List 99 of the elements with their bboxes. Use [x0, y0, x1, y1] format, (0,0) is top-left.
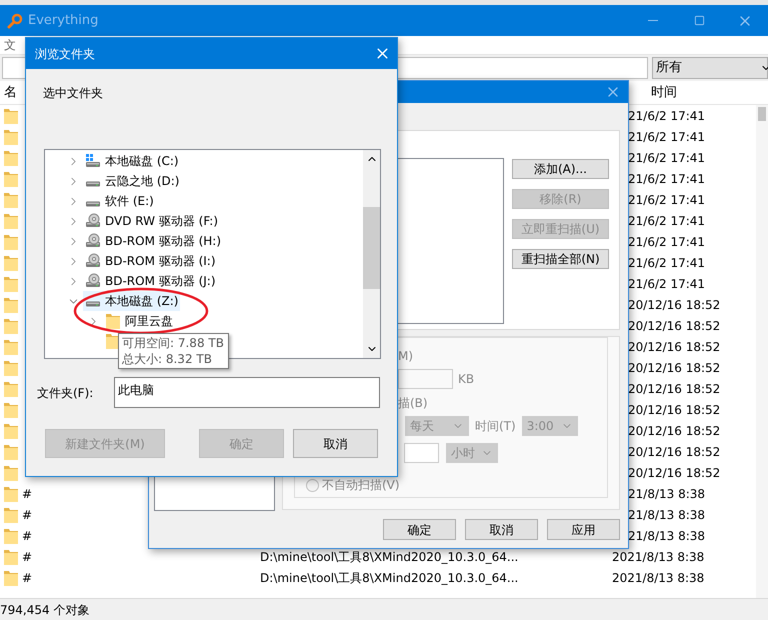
folder-icon: [3, 128, 19, 146]
modified-date: 20/12/16 18:52: [628, 424, 720, 438]
file-name: #: [22, 506, 32, 524]
disc-drive-icon: [85, 233, 101, 249]
modified-date: 21/6/2 17:41: [628, 256, 706, 270]
modified-date: 20/12/16 18:52: [628, 298, 720, 312]
folder-icon: [3, 106, 19, 124]
time-label: 时间(T): [475, 418, 516, 435]
size-label: M): [398, 348, 414, 364]
hard-drive-icon: [86, 301, 100, 307]
dialog-title: 浏览文件夹: [35, 46, 95, 62]
modified-date: 21/6/2 17:41: [628, 276, 706, 290]
side-button[interactable]: 重扫描全部(N): [512, 249, 609, 269]
folder-icon: [3, 316, 19, 334]
disc-drive-icon: [85, 253, 101, 269]
tree-item[interactable]: BD-ROM 驱动器 (H:): [83, 231, 223, 251]
folder-icon: [3, 422, 19, 440]
folder-icon: [3, 296, 19, 314]
modified-date: 20/12/16 18:52: [628, 382, 720, 396]
modified-date: 21/8/13 8:38: [628, 486, 706, 500]
file-name: #: [22, 528, 32, 544]
radio-label: 不自动扫描(V): [322, 477, 400, 494]
scrollbar[interactable]: [756, 105, 768, 598]
folder-icon: [3, 338, 19, 356]
folder-icon: [3, 526, 19, 544]
file-path: D:\mine\tool\工具8\XMind2020_10.3.0_64...: [260, 550, 518, 564]
file-path: D:\mine\tool\工具8\XMind2020_10.3.0_64...: [260, 570, 518, 584]
tree-item[interactable]: 软件 (E:): [83, 191, 156, 211]
tree-item[interactable]: 本地磁盘 (Z:): [83, 291, 180, 311]
tree-item[interactable]: BD-ROM 驱动器 (J:): [83, 271, 218, 291]
modified-date: 21/6/2 17:41: [628, 234, 706, 248]
scroll-thumb[interactable]: [363, 207, 380, 289]
column-header[interactable]: 时间: [651, 82, 677, 102]
folder-icon: [3, 232, 19, 250]
windows-drive-icon: [85, 153, 101, 169]
hard-drive-icon: [86, 181, 100, 187]
folder-icon: [3, 484, 19, 502]
modified-date: 21/8/13 8:38: [628, 528, 706, 542]
window-title: Everything: [28, 12, 98, 30]
folder-icon: [3, 548, 19, 566]
prompt-text: 选中文件夹: [43, 86, 103, 100]
side-button[interactable]: 添加(A)...: [512, 159, 609, 179]
file-name: #: [22, 570, 32, 586]
folder-icon: [3, 380, 19, 398]
folder-icon: [3, 506, 19, 524]
modified-date: 21/6/2 17:41: [628, 214, 706, 228]
dialog-button[interactable]: 应用: [547, 519, 620, 540]
modified-date: 21/6/2 17:41: [628, 108, 706, 122]
tree-item[interactable]: DVD RW 驱动器 (F:): [83, 211, 220, 231]
folder-icon: [105, 312, 121, 330]
modified-date: 20/12/16 18:52: [628, 402, 720, 416]
hard-drive-icon: [86, 201, 100, 207]
maximize-icon: [694, 15, 704, 26]
folder-icon: [3, 358, 19, 376]
schedule-label: 描(B): [398, 395, 429, 411]
dialog-button[interactable]: 取消: [293, 429, 378, 458]
modified-date: 21/6/2 17:41: [628, 130, 706, 144]
file-name: #: [22, 548, 32, 566]
unit-label: KB: [458, 371, 474, 388]
tree-item[interactable]: 云隐之地 (D:): [83, 171, 182, 191]
folder-icon: [3, 148, 19, 166]
dialog-button[interactable]: 确定: [383, 519, 456, 540]
modified-date: 21/6/2 17:41: [628, 172, 706, 186]
modified-date: 21/6/2 17:41: [628, 192, 706, 206]
folder-icon: [3, 170, 19, 188]
tree-item[interactable]: 本地磁盘 (C:): [83, 151, 181, 171]
search-icon: [7, 12, 23, 28]
minimize-icon: [648, 20, 658, 21]
disc-drive-icon: [85, 213, 101, 229]
folder-icon: [3, 568, 19, 586]
folder-icon: [3, 464, 19, 482]
modified-date: 20/12/16 18:52: [628, 318, 720, 332]
column-header[interactable]: 名: [4, 82, 17, 102]
folder-icon: [3, 212, 19, 230]
menu-item[interactable]: 文: [4, 36, 16, 54]
folder-icon: [3, 274, 19, 292]
folder-icon: [3, 190, 19, 208]
modified-date: 2021/8/13 8:38: [612, 550, 704, 564]
folder-icon: [3, 400, 19, 418]
file-name: #: [22, 486, 32, 502]
folder-icon: [3, 442, 19, 460]
tree-item[interactable]: BD-ROM 驱动器 (I:): [83, 251, 218, 271]
modified-date: 20/12/16 18:52: [628, 340, 720, 354]
tree-item[interactable]: 阿里云盘: [103, 311, 175, 331]
folder-field[interactable]: 此电脑: [114, 377, 380, 408]
modified-date: 2021/8/13 8:38: [612, 570, 704, 584]
dialog-button[interactable]: 取消: [465, 519, 538, 540]
tooltip-text: 可用空间: 7.88 TB: [122, 335, 225, 351]
modified-date: 20/12/16 18:52: [628, 466, 720, 480]
disc-drive-icon: [85, 273, 101, 289]
modified-date: 20/12/16 18:52: [628, 444, 720, 458]
modified-date: 20/12/16 18:52: [628, 360, 720, 374]
scrollbar[interactable]: [363, 150, 380, 358]
status-text: 794,454 个对象: [0, 602, 90, 618]
modified-date: 21/8/13 8:38: [628, 508, 706, 522]
filter-dropdown[interactable]: 所有: [652, 57, 768, 79]
modified-date: 21/6/2 17:41: [628, 150, 706, 164]
field-label: 文件夹(F):: [37, 384, 94, 402]
folder-icon: [3, 254, 19, 272]
